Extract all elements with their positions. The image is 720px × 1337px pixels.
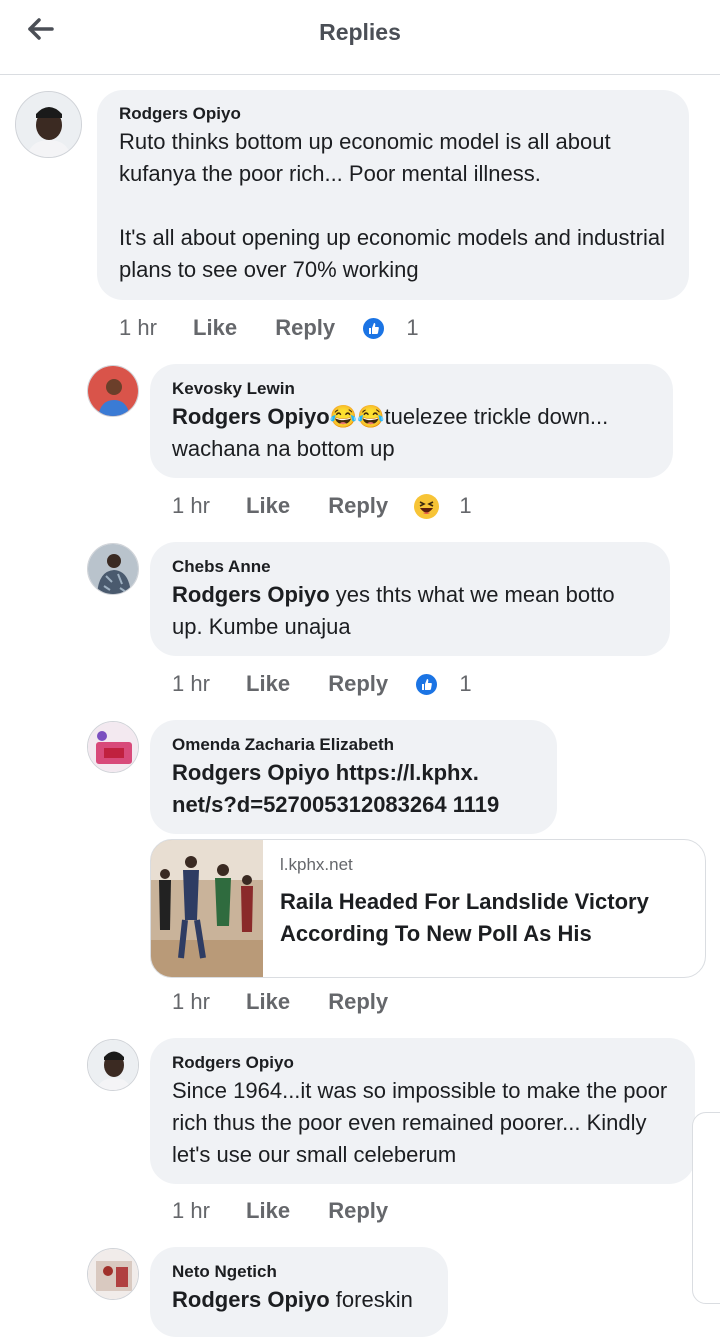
avatar[interactable] <box>87 1248 139 1300</box>
comment-text: Rodgers Opiyo😂😂tuelezee trickle down... … <box>172 401 651 465</box>
comment-author[interactable]: Neto Ngetich <box>172 1262 426 1282</box>
reaction-count[interactable]: 1 <box>459 669 471 699</box>
comment-text: Rodgers Opiyo foreskin <box>172 1284 426 1316</box>
comment-timestamp[interactable]: 1 hr <box>172 669 210 699</box>
comment-body: foreskin <box>329 1287 413 1312</box>
reply-button[interactable]: Reply <box>328 1196 388 1226</box>
avatar[interactable] <box>15 91 82 158</box>
reaction-count[interactable]: 1 <box>459 491 471 521</box>
reply-button[interactable]: Reply <box>328 669 388 699</box>
comment-author[interactable]: Kevosky Lewin <box>172 379 651 399</box>
comment-timestamp[interactable]: 1 hr <box>172 491 210 521</box>
comment-author[interactable]: Chebs Anne <box>172 557 648 577</box>
comment-timestamp[interactable]: 1 hr <box>172 987 210 1017</box>
comment-text: Since 1964...it was so impossible to mak… <box>172 1078 668 1167</box>
reply-button[interactable]: Reply <box>328 491 388 521</box>
like-reaction-icon[interactable] <box>414 671 440 697</box>
comment-actions: 1 hr Like Reply <box>172 1195 388 1225</box>
comment-actions: 1 hr Like Reply 1 <box>119 312 419 342</box>
like-button[interactable]: Like <box>246 669 290 699</box>
link-preview-card[interactable]: l.kphx.net Raila Headed For Landslide Vi… <box>150 839 706 978</box>
emoji: 😂😂 <box>329 404 385 429</box>
floating-panel-edge[interactable] <box>692 1112 720 1304</box>
like-reaction-icon[interactable] <box>361 315 387 341</box>
comment-author[interactable]: Omenda Zacharia Elizabeth <box>172 735 535 755</box>
avatar[interactable] <box>87 365 139 417</box>
comment-bubble: Chebs Anne Rodgers Opiyo yes thts what w… <box>150 542 670 656</box>
comment-bubble: Rodgers Opiyo Since 1964...it was so imp… <box>150 1038 695 1184</box>
avatar[interactable] <box>87 543 139 595</box>
header-bar: Replies <box>0 0 720 75</box>
comment-timestamp[interactable]: 1 hr <box>119 313 157 343</box>
reaction-count[interactable]: 1 <box>406 313 418 343</box>
mention-link[interactable]: Rodgers Opiyo <box>172 760 330 785</box>
link-preview-thumbnail <box>151 840 263 977</box>
like-button[interactable]: Like <box>193 313 237 343</box>
comment-author[interactable]: Rodgers Opiyo <box>172 1053 673 1073</box>
avatar[interactable] <box>87 1039 139 1091</box>
like-button[interactable]: Like <box>246 1196 290 1226</box>
comment-bubble: Neto Ngetich Rodgers Opiyo foreskin <box>150 1247 448 1337</box>
comment-actions: 1 hr Like Reply 1 <box>172 490 472 520</box>
like-button[interactable]: Like <box>246 491 290 521</box>
comment-bubble: Omenda Zacharia Elizabeth Rodgers Opiyo … <box>150 720 557 834</box>
comment-timestamp[interactable]: 1 hr <box>172 1196 210 1226</box>
link-preview-title: Raila Headed For Landslide Victory Accor… <box>280 889 649 946</box>
mention-link[interactable]: Rodgers Opiyo <box>172 582 330 607</box>
mention-link[interactable]: Rodgers Opiyo <box>172 1287 330 1312</box>
avatar[interactable] <box>87 721 139 773</box>
haha-reaction-icon[interactable] <box>414 493 440 519</box>
reply-button[interactable]: Reply <box>328 987 388 1017</box>
comment-text: Rodgers Opiyo yes thts what we mean bott… <box>172 579 648 643</box>
comment-actions: 1 hr Like Reply 1 <box>172 668 472 698</box>
comment-bubble: Kevosky Lewin Rodgers Opiyo😂😂tuelezee tr… <box>150 364 673 478</box>
comment-bubble: Rodgers Opiyo Ruto thinks bottom up econ… <box>97 90 689 300</box>
comment-actions: 1 hr Like Reply <box>172 986 388 1016</box>
reply-button[interactable]: Reply <box>275 313 335 343</box>
comment-text: It's all about opening up economic model… <box>119 225 665 282</box>
comment-text: Ruto thinks bottom up economic model is … <box>119 129 611 186</box>
comment-link[interactable]: https://l.kphx. <box>330 760 479 785</box>
comment-link[interactable]: net/s?d=527005312083264 1119 <box>172 792 499 817</box>
page-title: Replies <box>319 19 401 45</box>
comment-text: Rodgers Opiyo https://l.kphx. net/s?d=52… <box>172 757 535 821</box>
like-button[interactable]: Like <box>246 987 290 1017</box>
mention-link[interactable]: Rodgers Opiyo <box>172 404 330 429</box>
link-preview-domain: l.kphx.net <box>280 855 353 874</box>
comment-author[interactable]: Rodgers Opiyo <box>119 104 667 124</box>
